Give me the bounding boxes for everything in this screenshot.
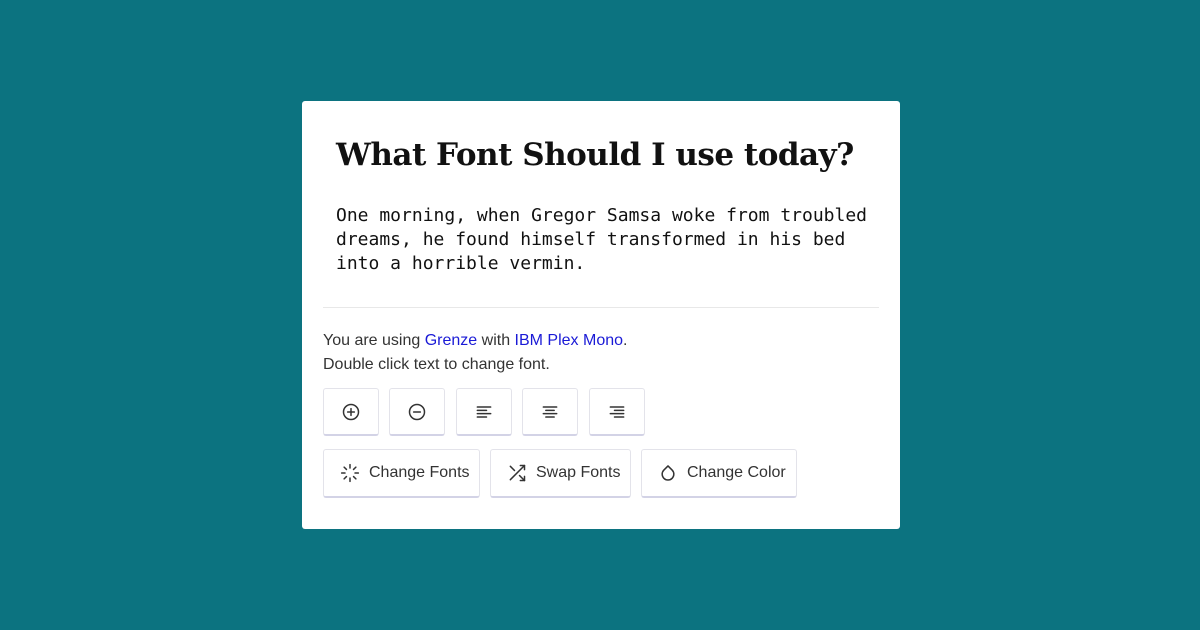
font-preview-card: What Font Should I use today? One mornin…: [302, 101, 900, 529]
font-info-suffix: .: [623, 332, 628, 349]
align-left-icon: [474, 402, 494, 422]
font-info-line: You are using Grenze with IBM Plex Mono.: [323, 329, 627, 353]
minus-circle-icon: [407, 402, 427, 422]
sample-text[interactable]: One morning, when Gregor Samsa woke from…: [336, 204, 876, 276]
plus-circle-icon: [341, 402, 361, 422]
change-fonts-button[interactable]: Change Fonts: [323, 449, 480, 498]
body-font-link[interactable]: IBM Plex Mono: [515, 332, 623, 349]
align-center-icon: [540, 402, 560, 422]
loader-icon: [340, 463, 360, 483]
font-info-prefix: You are using: [323, 332, 425, 349]
align-right-button[interactable]: [589, 388, 645, 436]
change-color-label: Change Color: [687, 464, 786, 481]
shuffle-icon: [507, 463, 527, 483]
decrease-size-button[interactable]: [389, 388, 445, 436]
align-left-button[interactable]: [456, 388, 512, 436]
align-center-button[interactable]: [522, 388, 578, 436]
swap-fonts-button[interactable]: Swap Fonts: [490, 449, 631, 498]
page-title[interactable]: What Font Should I use today?: [336, 137, 854, 173]
droplet-icon: [658, 463, 678, 483]
font-info: You are using Grenze with IBM Plex Mono.…: [323, 329, 627, 377]
change-fonts-label: Change Fonts: [369, 464, 470, 481]
align-right-icon: [607, 402, 627, 422]
hint-text: Double click text to change font.: [323, 356, 550, 373]
swap-fonts-label: Swap Fonts: [536, 464, 621, 481]
change-color-button[interactable]: Change Color: [641, 449, 797, 498]
font-info-middle: with: [477, 332, 515, 349]
heading-font-link[interactable]: Grenze: [425, 332, 477, 349]
increase-size-button[interactable]: [323, 388, 379, 436]
divider: [323, 307, 879, 308]
